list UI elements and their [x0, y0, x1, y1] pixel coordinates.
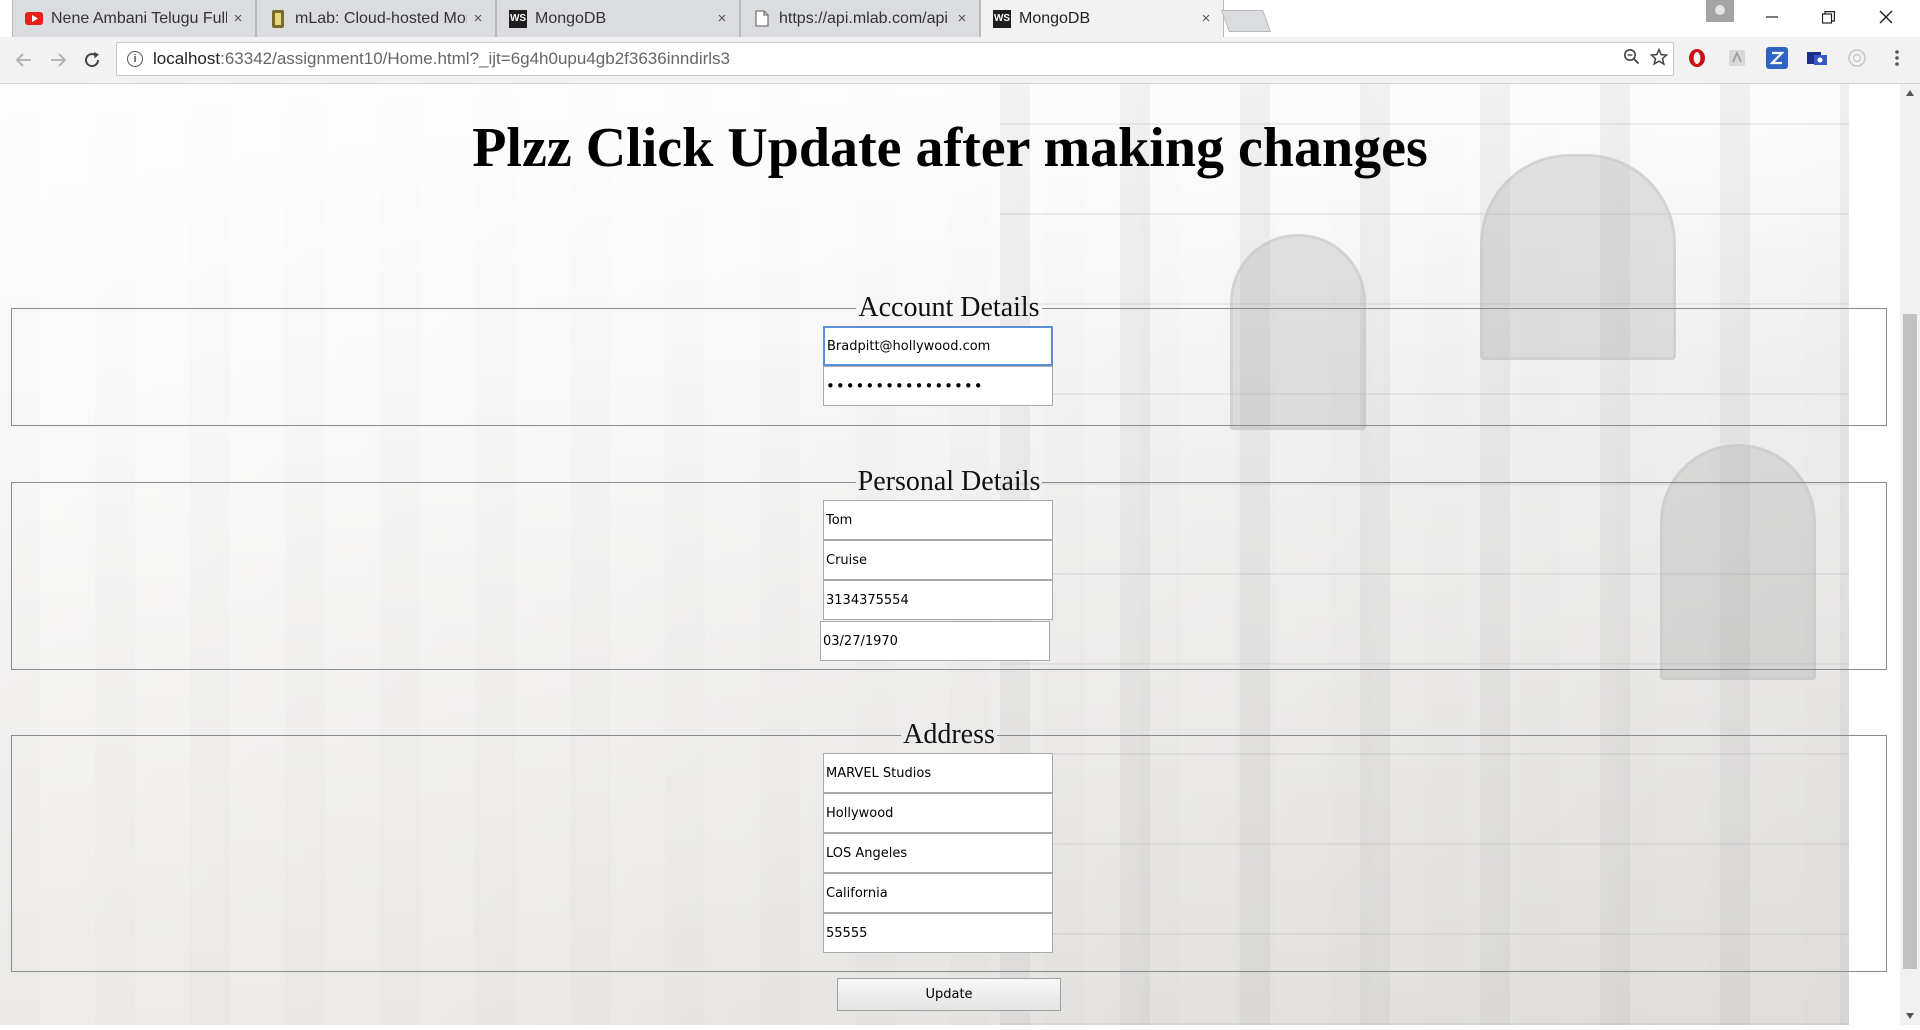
reload-icon[interactable]: [78, 46, 106, 74]
close-tab-icon[interactable]: ×: [1195, 10, 1217, 27]
new-tab-button[interactable]: [1220, 10, 1272, 32]
password-field[interactable]: [823, 366, 1053, 406]
screen-capture-extension-icon[interactable]: [1806, 47, 1828, 69]
address-legend: Address: [903, 719, 995, 750]
address-url[interactable]: localhost:63342/assignment10/Home.html?_…: [153, 49, 1617, 69]
tab-0[interactable]: Nene Ambani Telugu Full ×: [12, 0, 256, 37]
minimize-icon[interactable]: [1748, 0, 1796, 34]
scroll-up-arrow-icon[interactable]: [1900, 84, 1920, 102]
webstorm-icon: WS: [993, 9, 1011, 28]
webstorm-icon: WS: [509, 9, 527, 28]
zip-field[interactable]: [823, 913, 1053, 953]
area-field[interactable]: [823, 793, 1053, 833]
email-field[interactable]: [823, 326, 1053, 366]
address-bar[interactable]: i localhost:63342/assignment10/Home.html…: [116, 42, 1674, 76]
personal-details-legend: Personal Details: [857, 466, 1041, 497]
page-scrollbar[interactable]: [1900, 84, 1920, 1025]
tab-title: MongoDB: [1019, 9, 1091, 27]
zotero-extension-icon[interactable]: [1766, 47, 1788, 69]
tab-title: Nene Ambani Telugu Full: [51, 9, 227, 27]
page-viewport: Plzz Click Update after making changes A…: [0, 84, 1900, 1025]
close-tab-icon[interactable]: ×: [467, 10, 489, 27]
opera-extension-icon[interactable]: [1686, 47, 1708, 69]
street-field[interactable]: [823, 753, 1053, 793]
zoom-icon[interactable]: [1617, 48, 1645, 70]
profile-avatar-icon[interactable]: [1706, 0, 1734, 22]
tab-1[interactable]: mLab: Cloud-hosted Mon ×: [256, 0, 496, 37]
address-host: localhost: [153, 49, 221, 68]
bookmark-star-icon[interactable]: [1645, 47, 1673, 71]
close-tab-icon[interactable]: ×: [711, 10, 733, 27]
back-arrow-icon[interactable]: [10, 46, 38, 74]
address-path: :63342/assignment10/Home.html?_ijt=6g4h0…: [220, 49, 731, 68]
tab-strip: Nene Ambani Telugu Full × mLab: Cloud-ho…: [0, 0, 1920, 37]
site-info-icon[interactable]: i: [127, 51, 143, 67]
last-name-field[interactable]: [823, 540, 1053, 580]
tab-3[interactable]: https://api.mlab.com/api ×: [740, 0, 980, 37]
disabled-extension-icon[interactable]: [1846, 47, 1868, 69]
youtube-icon: [25, 10, 43, 28]
scroll-thumb[interactable]: [1903, 314, 1917, 969]
tab-title: mLab: Cloud-hosted Mon: [295, 9, 467, 27]
tab-title: MongoDB: [535, 9, 607, 27]
first-name-field[interactable]: [823, 500, 1053, 540]
close-window-icon[interactable]: [1862, 0, 1910, 34]
scroll-down-arrow-icon[interactable]: [1900, 1007, 1920, 1025]
phone-field[interactable]: [823, 580, 1053, 620]
account-details-legend: Account Details: [858, 292, 1040, 323]
city-field[interactable]: [823, 833, 1053, 873]
browser-toolbar: i localhost:63342/assignment10/Home.html…: [0, 37, 1920, 84]
close-tab-icon[interactable]: ×: [951, 10, 973, 27]
tab-4-active[interactable]: WS MongoDB ×: [980, 0, 1224, 37]
pdf-extension-icon[interactable]: [1726, 47, 1748, 69]
date-of-birth-field[interactable]: [820, 621, 1050, 661]
close-tab-icon[interactable]: ×: [227, 10, 249, 27]
restore-icon[interactable]: [1804, 0, 1852, 34]
update-button[interactable]: Update: [837, 978, 1061, 1011]
state-field[interactable]: [823, 873, 1053, 913]
tab-title: https://api.mlab.com/api: [779, 9, 948, 27]
tab-2[interactable]: WS MongoDB ×: [496, 0, 740, 37]
page-title: Plzz Click Update after making changes: [472, 117, 1428, 179]
chrome-menu-icon[interactable]: [1886, 47, 1908, 69]
mlab-icon: [269, 9, 287, 28]
forward-arrow-icon[interactable]: [44, 46, 72, 74]
page-icon: [753, 10, 771, 28]
